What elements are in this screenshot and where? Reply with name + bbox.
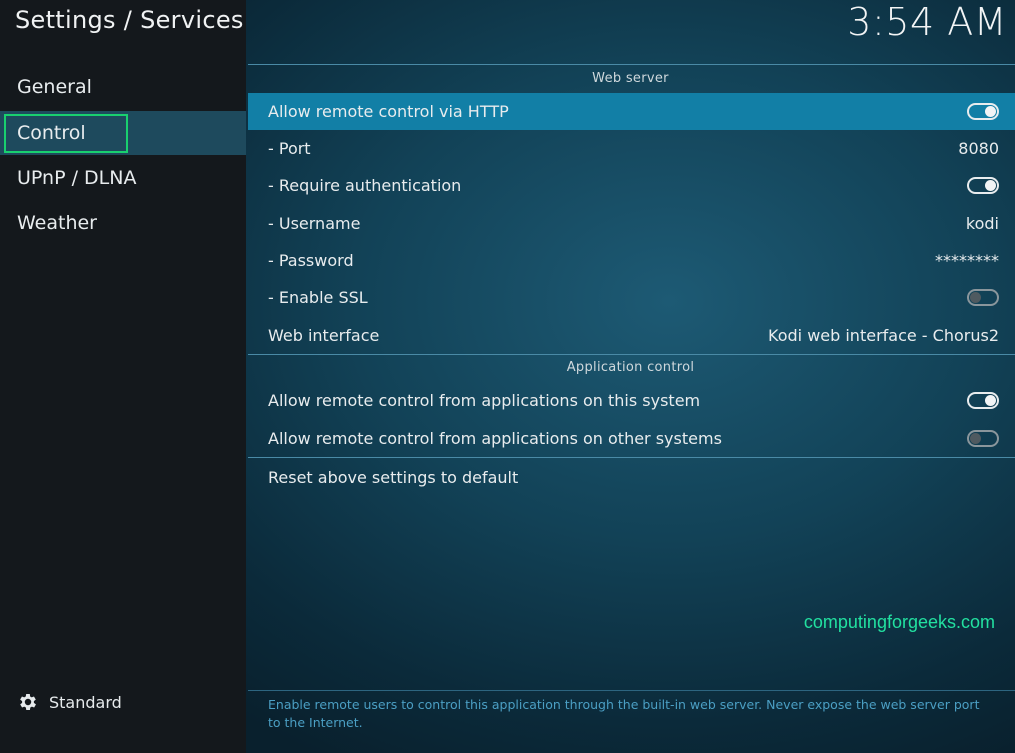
- port-setting[interactable]: - Port 8080: [248, 130, 1015, 167]
- sidebar: Settings / Services General Control UPnP…: [0, 0, 246, 753]
- page-title: Settings / Services: [15, 6, 244, 34]
- sidebar-item-label: UPnP / DLNA: [17, 167, 137, 189]
- allow-http-control-setting[interactable]: Allow remote control via HTTP: [248, 93, 1015, 130]
- require-authentication-setting[interactable]: - Require authentication: [248, 167, 1015, 204]
- setting-value: ********: [935, 251, 999, 270]
- setting-label: - Port: [268, 139, 311, 158]
- settings-panel: 3:54 AM Web server Allow remote control …: [246, 0, 1015, 753]
- sidebar-item-label: General: [17, 76, 92, 98]
- username-setting[interactable]: - Username kodi: [248, 205, 1015, 242]
- sidebar-item-label: Weather: [17, 212, 97, 234]
- setting-label: Allow remote control via HTTP: [268, 102, 509, 121]
- sidebar-item-weather[interactable]: Weather: [0, 201, 246, 245]
- setting-label: - Require authentication: [268, 176, 462, 195]
- setting-label: Reset above settings to default: [268, 468, 519, 487]
- section-header-application-control: Application control: [566, 360, 695, 375]
- app-control-other-systems-setting[interactable]: Allow remote control from applications o…: [248, 420, 1015, 457]
- setting-value: Kodi web interface - Chorus2: [768, 326, 999, 345]
- toggle-switch[interactable]: [967, 103, 999, 120]
- password-setting[interactable]: - Password ********: [248, 242, 1015, 279]
- sidebar-item-general[interactable]: General: [0, 65, 246, 109]
- toggle-switch[interactable]: [967, 289, 999, 306]
- settings-level-label: Standard: [49, 692, 122, 712]
- setting-value: kodi: [965, 214, 999, 233]
- setting-label: Allow remote control from applications o…: [268, 391, 701, 410]
- divider: [248, 457, 1015, 458]
- toggle-switch[interactable]: [967, 177, 999, 194]
- sidebar-item-upnp-dlna[interactable]: UPnP / DLNA: [0, 156, 246, 200]
- web-interface-setting[interactable]: Web interface Kodi web interface - Choru…: [248, 317, 1015, 354]
- toggle-switch[interactable]: [967, 430, 999, 447]
- divider: [248, 64, 1015, 65]
- setting-label: Web interface: [268, 326, 380, 345]
- setting-value: 8080: [958, 139, 999, 158]
- setting-label: - Username: [268, 214, 361, 233]
- setting-label: Allow remote control from applications o…: [268, 429, 722, 448]
- app-control-this-system-setting[interactable]: Allow remote control from applications o…: [248, 382, 1015, 419]
- gear-icon: [20, 694, 36, 710]
- section-header-web-server: Web server: [592, 71, 669, 86]
- setting-label: - Enable SSL: [268, 288, 368, 307]
- enable-ssl-setting[interactable]: - Enable SSL: [248, 279, 1015, 316]
- clock: 3:54 AM: [847, 0, 1007, 44]
- setting-label: - Password: [268, 251, 354, 270]
- reset-defaults-button[interactable]: Reset above settings to default: [248, 459, 1015, 496]
- toggle-switch[interactable]: [967, 392, 999, 409]
- settings-level-button[interactable]: Standard: [17, 690, 122, 714]
- divider: [248, 690, 1015, 691]
- help-text: Enable remote users to control this appl…: [268, 697, 980, 730]
- watermark: computingforgeeks.com: [803, 612, 995, 632]
- focus-highlight: [4, 114, 128, 153]
